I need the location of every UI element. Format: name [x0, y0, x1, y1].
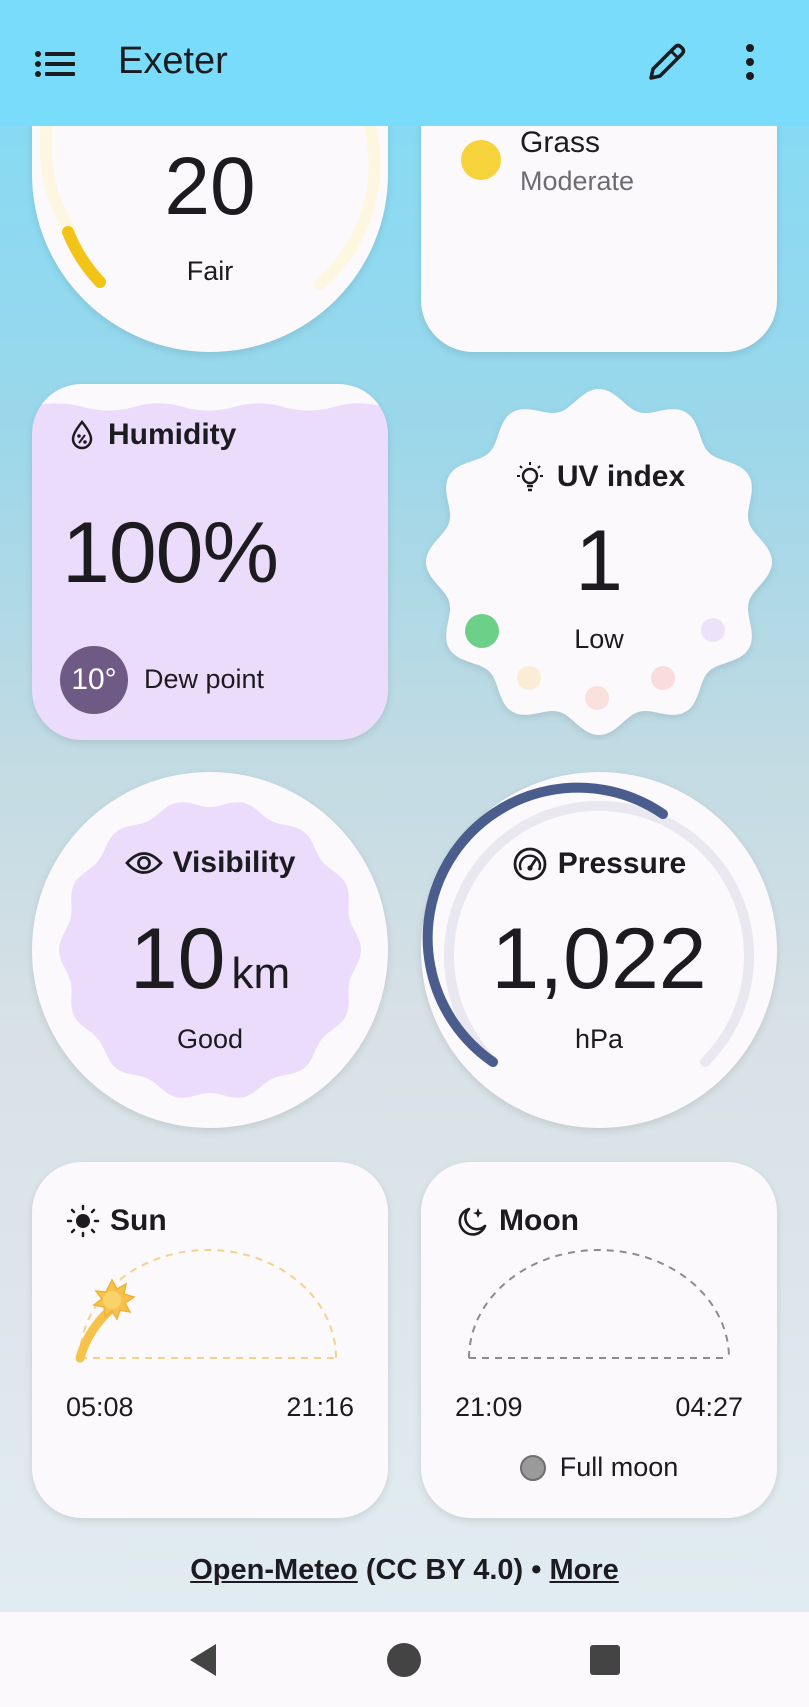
location-title: Exeter — [118, 40, 228, 82]
uv-scale-dot — [651, 666, 675, 690]
data-attribution: Open-Meteo (CC BY 4.0) • More — [0, 1554, 809, 1587]
more-link[interactable]: More — [549, 1554, 618, 1586]
uv-value: 1 — [575, 513, 623, 609]
moonset-time: 04:27 — [675, 1392, 743, 1422]
pressure-value: 1,022 — [491, 911, 707, 1007]
sun-title-text: Sun — [110, 1204, 167, 1237]
uv-title: UV index — [421, 460, 777, 494]
humidity-icon — [71, 420, 93, 450]
moon-icon — [458, 1207, 487, 1236]
lightbulb-icon — [516, 462, 543, 492]
pressure-unit: hPa — [574, 1024, 624, 1054]
visibility-reading: 10 km — [32, 910, 388, 1009]
moonrise-time: 21:09 — [455, 1392, 523, 1422]
uv-scale-dot — [701, 618, 725, 642]
sunrise-time: 05:08 — [66, 1392, 134, 1422]
visibility-label: Good — [176, 1024, 244, 1054]
visibility-card[interactable]: Visibility 10 km Good — [32, 772, 388, 1128]
moon-phase-label: Full moon — [559, 1452, 679, 1482]
back-triangle-icon[interactable] — [182, 1638, 226, 1682]
visibility-title: Visibility — [32, 846, 388, 880]
humidity-title: Humidity — [66, 418, 236, 452]
pollen-level-dot — [461, 140, 501, 180]
visibility-value: 10 — [129, 911, 226, 1007]
moon-title: Moon — [455, 1204, 579, 1238]
pressure-title: Pressure — [421, 846, 777, 882]
uv-scale-dot — [517, 666, 541, 690]
dew-point-value: 10° — [60, 646, 128, 714]
moon-title-text: Moon — [499, 1204, 579, 1237]
pollen-level: Moderate — [520, 166, 635, 196]
pressure-card[interactable]: Pressure 1,022 hPa — [421, 772, 777, 1128]
sun-card[interactable]: Sun 05:08 21:16 — [32, 1162, 388, 1518]
sunset-time: 21:16 — [286, 1392, 354, 1422]
uv-title-text: UV index — [556, 460, 686, 493]
visibility-unit: km — [231, 949, 291, 998]
uv-scale-dot — [585, 686, 609, 710]
sun-icon — [66, 1204, 100, 1238]
pencil-icon[interactable] — [645, 40, 689, 84]
recents-square-icon[interactable] — [583, 1638, 627, 1682]
uv-scale-dot — [465, 614, 499, 648]
open-meteo-link[interactable]: Open-Meteo — [190, 1554, 358, 1586]
gauge-icon — [513, 847, 547, 881]
list-icon[interactable] — [34, 45, 76, 85]
system-navigation-bar — [0, 1612, 809, 1707]
pressure-title-text: Pressure — [557, 847, 687, 880]
dew-point-label: Dew point — [144, 664, 265, 694]
moon-card[interactable]: Moon 21:09 04:27 Full moon — [421, 1162, 777, 1518]
full-moon-icon — [519, 1454, 546, 1481]
air-quality-value: 20 — [164, 141, 256, 232]
sun-title: Sun — [66, 1204, 167, 1238]
humidity-title-text: Humidity — [108, 418, 237, 451]
uv-index-card[interactable]: UV index 1 Low — [421, 384, 777, 740]
license-text: (CC BY 4.0) • — [357, 1554, 550, 1586]
air-quality-label: Fair — [186, 256, 234, 286]
pollen-name: Grass — [520, 126, 601, 159]
more-vert-icon[interactable] — [735, 40, 765, 84]
top-app-bar: Exeter — [0, 0, 809, 126]
sun-position-icon — [92, 1278, 136, 1321]
moon-phase: Full moon — [421, 1452, 777, 1483]
humidity-value: 100% — [62, 505, 279, 601]
humidity-card[interactable]: Humidity 100% 10° Dew point — [32, 384, 388, 740]
home-circle-icon[interactable] — [382, 1638, 426, 1682]
eye-icon — [124, 852, 163, 874]
visibility-title-text: Visibility — [172, 846, 296, 879]
